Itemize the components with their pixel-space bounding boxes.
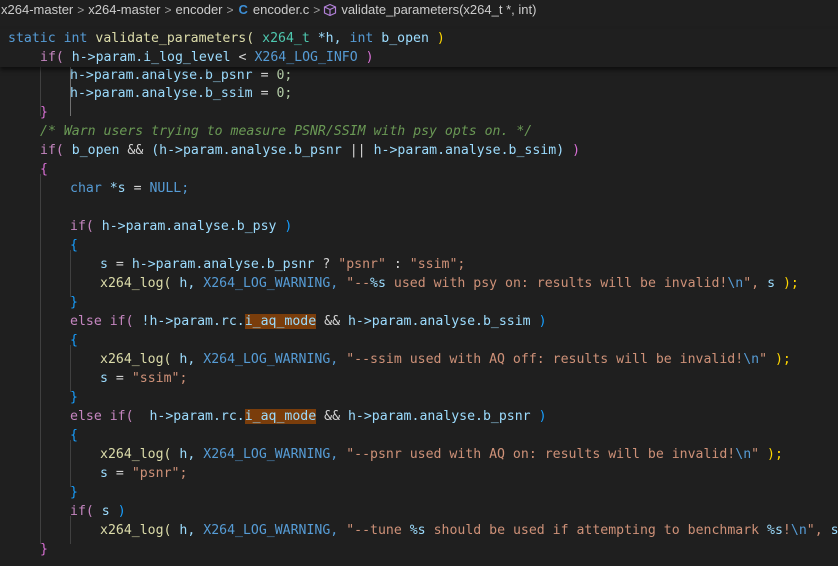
find-match-highlight: i_aq_mode — [244, 314, 317, 329]
chevron-right-icon: > — [226, 2, 234, 17]
c-file-icon: C — [238, 2, 248, 17]
code-line[interactable]: if( h->param.analyse.b_psy ) — [70, 217, 292, 236]
code-line[interactable]: } — [70, 293, 78, 312]
breadcrumb-item-function[interactable]: validate_parameters(x264_t *, int) — [340, 2, 537, 17]
breadcrumb-item-encoder[interactable]: encoder — [175, 2, 224, 17]
indent-guide — [70, 250, 71, 297]
code-line[interactable]: { — [70, 426, 78, 445]
code-line[interactable]: if( s ) — [70, 502, 126, 521]
sticky-scroll-header[interactable]: static int validate_parameters( x264_t *… — [0, 29, 838, 67]
sticky-line-function[interactable]: static int validate_parameters( x264_t *… — [8, 29, 445, 48]
code-line[interactable]: else if( !h->param.rc.i_aq_mode && h->pa… — [70, 312, 547, 331]
chevron-right-icon: > — [164, 2, 172, 17]
indent-guide — [70, 440, 71, 487]
breadcrumb-item-root[interactable]: x264-master — [0, 2, 74, 17]
breadcrumb: x264-master > x264-master > encoder > C … — [0, 0, 838, 19]
indent-guide — [40, 174, 41, 544]
code-line[interactable]: x264_log( h, X264_LOG_WARNING, "--%s use… — [100, 274, 799, 293]
breadcrumb-item-file[interactable]: encoder.c — [252, 2, 310, 17]
code-line[interactable]: x264_log( h, X264_LOG_WARNING, "--tune %… — [100, 521, 838, 540]
indent-guide — [70, 516, 71, 544]
code-line[interactable]: h->param.analyse.b_ssim = 0; — [70, 84, 292, 103]
find-match-highlight: i_aq_mode — [244, 409, 317, 424]
indent-guide — [70, 67, 71, 116]
sticky-line-if[interactable]: if( h->param.i_log_level < X264_LOG_INFO… — [40, 48, 374, 67]
method-cube-icon — [324, 3, 337, 16]
chevron-right-icon: > — [313, 2, 321, 17]
code-line[interactable]: { — [40, 160, 48, 179]
code-line[interactable]: else if( h->param.rc.i_aq_mode && h->par… — [70, 407, 547, 426]
code-line[interactable]: s = "ssim"; — [100, 369, 187, 388]
code-line[interactable]: x264_log( h, X264_LOG_WARNING, "--ssim u… — [100, 350, 791, 369]
code-line[interactable]: } — [40, 540, 48, 559]
code-line[interactable]: { — [70, 331, 78, 350]
code-line[interactable]: h->param.analyse.b_psnr = 0; — [70, 66, 292, 85]
code-line[interactable]: } — [70, 483, 78, 502]
breadcrumb-item-folder[interactable]: x264-master — [87, 2, 161, 17]
code-line[interactable]: } — [70, 388, 78, 407]
code-line[interactable]: char *s = NULL; — [70, 179, 189, 198]
code-line[interactable]: } — [40, 103, 48, 122]
code-line[interactable]: s = "psnr"; — [100, 464, 187, 483]
indent-guide — [40, 67, 41, 116]
code-line[interactable]: /* Warn users trying to measure PSNR/SSI… — [40, 122, 532, 141]
code-line[interactable]: { — [70, 236, 78, 255]
code-line[interactable]: if( b_open && (h->param.analyse.b_psnr |… — [40, 141, 580, 160]
code-line[interactable]: x264_log( h, X264_LOG_WARNING, "--psnr u… — [100, 445, 783, 464]
code-line[interactable]: s = h->param.analyse.b_psnr ? "psnr" : "… — [100, 255, 465, 274]
chevron-right-icon: > — [77, 2, 85, 17]
indent-guide — [70, 345, 71, 392]
